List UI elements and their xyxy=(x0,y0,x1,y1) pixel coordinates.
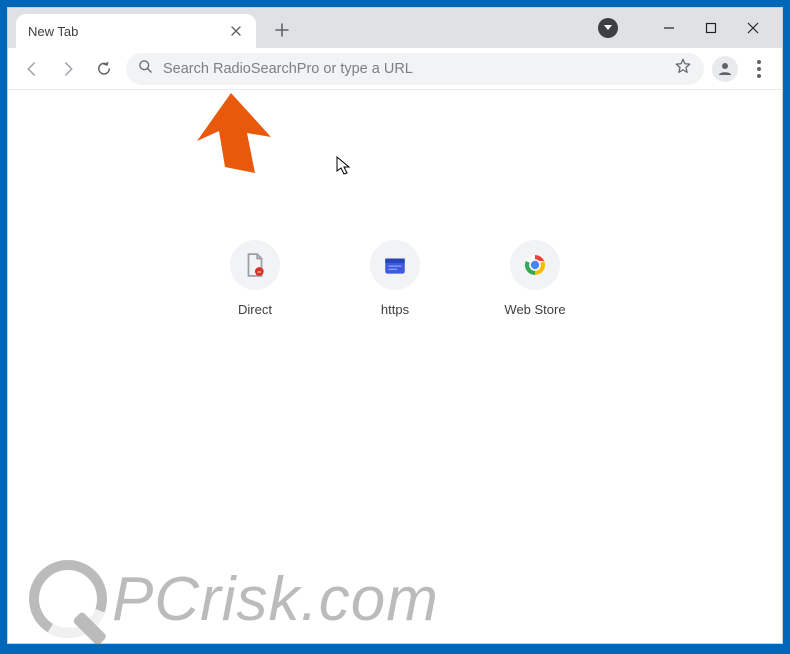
tab-new-tab[interactable]: New Tab xyxy=(16,14,256,48)
address-bar[interactable] xyxy=(126,53,704,85)
shortcut-tile-icon: ∞ xyxy=(230,240,280,290)
shortcut-https[interactable]: https xyxy=(345,240,445,317)
shortcut-direct[interactable]: ∞ Direct xyxy=(205,240,305,317)
watermark-text: PCrisk.com xyxy=(112,564,439,635)
back-button[interactable] xyxy=(18,55,46,83)
menu-button[interactable] xyxy=(746,60,772,78)
forward-button[interactable] xyxy=(54,55,82,83)
browser-window: New Tab xyxy=(7,7,783,644)
shortcut-tile-icon xyxy=(370,240,420,290)
extension-badge-icon[interactable] xyxy=(598,18,618,38)
minimize-button[interactable] xyxy=(662,21,676,35)
reload-button[interactable] xyxy=(90,55,118,83)
tab-title: New Tab xyxy=(28,24,78,39)
watermark-logo-icon xyxy=(18,549,118,649)
shortcut-label: Direct xyxy=(238,302,272,317)
address-input[interactable] xyxy=(163,61,664,77)
maximize-button[interactable] xyxy=(704,21,718,35)
search-icon xyxy=(138,59,153,79)
tab-close-icon[interactable] xyxy=(228,23,244,39)
toolbar xyxy=(8,48,782,90)
shortcut-web-store[interactable]: Web Store xyxy=(485,240,585,317)
shortcut-row: ∞ Direct https Web Store xyxy=(205,240,585,317)
new-tab-page: ∞ Direct https Web Store xyxy=(8,90,782,643)
bookmark-star-icon[interactable] xyxy=(674,57,692,80)
watermark: PCrisk.com xyxy=(18,549,439,649)
profile-avatar-icon[interactable] xyxy=(712,56,738,82)
shortcut-label: https xyxy=(381,302,409,317)
tab-strip: New Tab xyxy=(8,8,782,48)
shortcut-tile-icon xyxy=(510,240,560,290)
svg-text:∞: ∞ xyxy=(257,270,261,276)
new-tab-button[interactable] xyxy=(268,16,296,44)
close-window-button[interactable] xyxy=(746,21,760,35)
window-controls xyxy=(576,8,782,48)
shortcut-label: Web Store xyxy=(504,302,565,317)
